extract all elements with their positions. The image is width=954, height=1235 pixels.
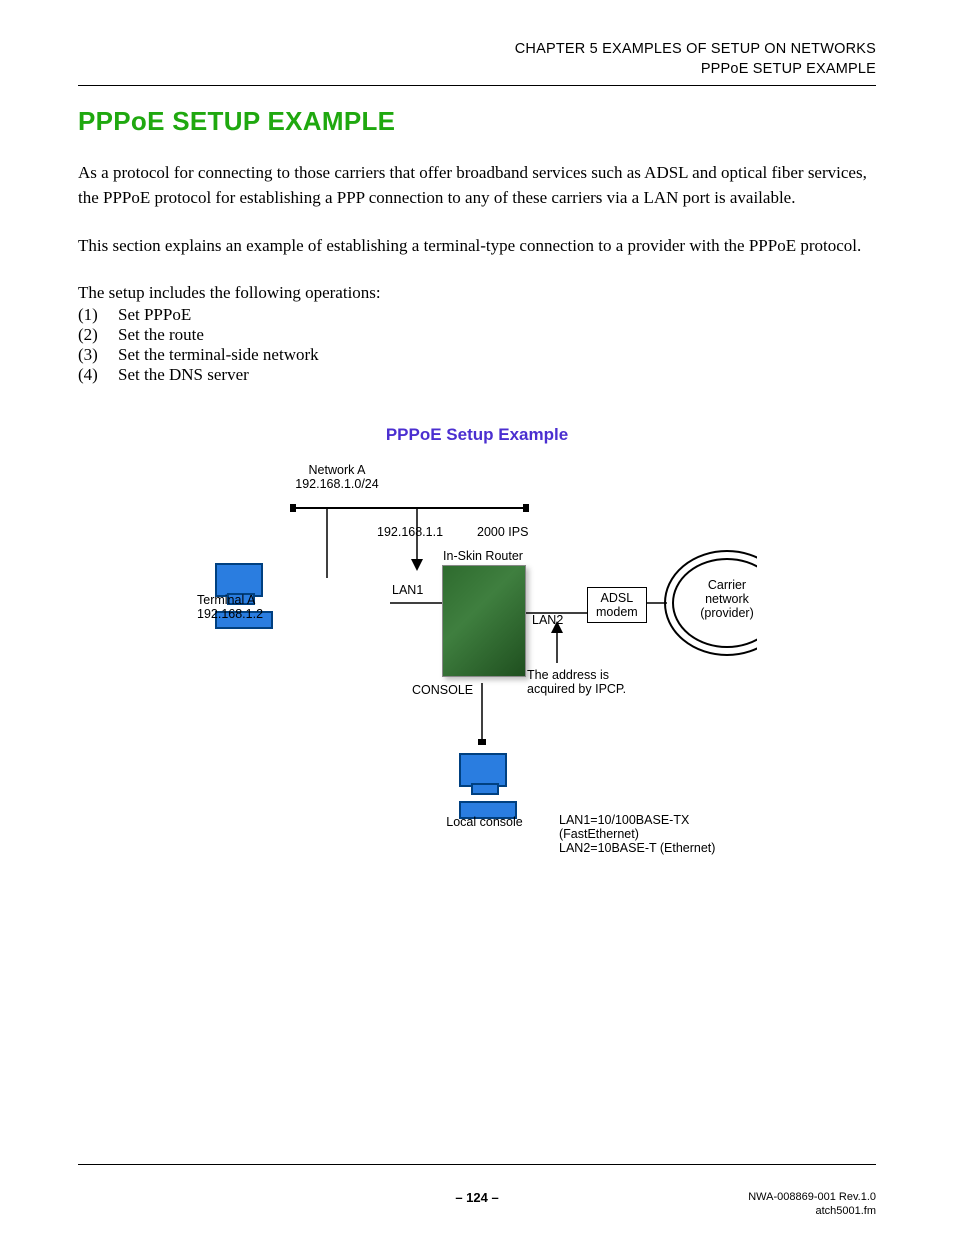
console-label: CONSOLE	[412, 683, 473, 697]
header-rule	[78, 85, 876, 86]
operations-list: (1)Set PPPoE (2)Set the route (3)Set the…	[78, 305, 876, 385]
list-item: (2)Set the route	[78, 325, 876, 345]
page-footer: – 124 – NWA-008869-001 Rev.1.0 atch5001.…	[78, 1190, 876, 1205]
figure-title: PPPoE Setup Example	[78, 425, 876, 445]
ipcp-note: The address is acquired by IPCP.	[527, 668, 626, 696]
in-skin-router-label: In-Skin Router	[437, 549, 529, 563]
doc-id: NWA-008869-001 Rev.1.0 atch5001.fm	[748, 1190, 876, 1219]
local-console-label: Local console	[437, 815, 532, 829]
router-ip-label: 192.168.1.1	[377, 525, 443, 539]
list-item: (4)Set the DNS server	[78, 365, 876, 385]
chapter-label: CHAPTER 5 EXAMPLES OF SETUP ON NETWORKS	[78, 40, 876, 60]
router-card-icon	[442, 565, 526, 677]
local-console-icon	[459, 753, 517, 819]
page-header: CHAPTER 5 EXAMPLES OF SETUP ON NETWORKS …	[78, 40, 876, 79]
lan2-label: LAN2	[532, 613, 563, 627]
network-diagram: Network A 192.168.1.0/24	[197, 463, 757, 903]
carrier-cloud-label: Carrier network (provider)	[687, 578, 767, 620]
intro-paragraph-2: This section explains an example of esta…	[78, 234, 876, 259]
page-title: PPPoE SETUP EXAMPLE	[78, 106, 876, 137]
ips-label: 2000 IPS	[477, 525, 528, 539]
adsl-modem-box: ADSL modem	[587, 587, 647, 623]
section-label: PPPoE SETUP EXAMPLE	[78, 60, 876, 80]
intro-paragraph-1: As a protocol for connecting to those ca…	[78, 161, 876, 210]
terminal-a-label: Terminal A 192.168.1.2	[197, 593, 287, 621]
list-item: (1)Set PPPoE	[78, 305, 876, 325]
legend: LAN1=10/100BASE-TX (FastEthernet) LAN2=1…	[559, 813, 757, 855]
lan1-label: LAN1	[392, 583, 423, 597]
list-item: (3)Set the terminal-side network	[78, 345, 876, 365]
footer-rule	[78, 1164, 876, 1165]
operations-intro: The setup includes the following operati…	[78, 283, 876, 303]
